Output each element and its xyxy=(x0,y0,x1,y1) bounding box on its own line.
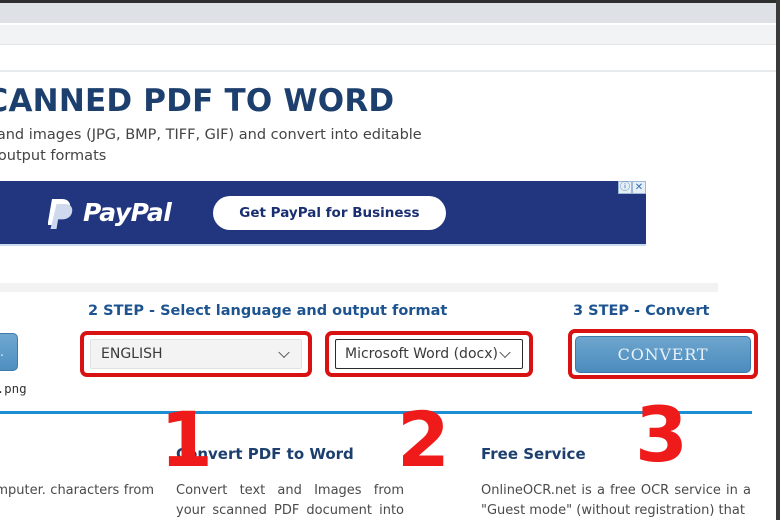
section-spacer-band xyxy=(0,283,718,292)
feature-body: OnlineOCR.net is a free OCR service in a… xyxy=(481,483,751,518)
advertisement[interactable]: PayPal Get PayPal for Business ⓘ ✕ xyxy=(0,175,646,250)
feature-column-1: vare on your computer. characters from P… xyxy=(0,445,154,520)
paypal-wordmark: PayPal xyxy=(83,198,172,227)
chevron-down-icon xyxy=(280,347,291,358)
subtitle-line-1: PDF and images (JPG, BMP, TIFF, GIF) and… xyxy=(0,127,422,143)
paypal-mark-icon xyxy=(47,197,75,229)
paypal-logo: PayPal xyxy=(47,197,172,229)
subtitle-line-2: Text output formats xyxy=(0,148,107,164)
annotation-number-1: 1 xyxy=(160,395,213,484)
output-format-select[interactable]: Microsoft Word (docx) xyxy=(335,339,523,369)
page-subtitle: PDF and images (JPG, BMP, TIFF, GIF) and… xyxy=(0,125,584,167)
ad-content: PayPal Get PayPal for Business xyxy=(47,195,446,230)
page-title: RT SCANNED PDF TO WORD xyxy=(0,83,395,119)
ad-info-icon[interactable]: ⓘ xyxy=(618,181,632,194)
uploaded-filename: 676.png xyxy=(0,381,27,396)
chevron-down-icon xyxy=(501,347,512,358)
step-2-heading: 2 STEP - Select language and output form… xyxy=(88,303,448,319)
language-select-value: ENGLISH xyxy=(101,346,163,362)
browser-toolbar[interactable] xyxy=(0,25,780,44)
ad-cta-button[interactable]: Get PayPal for Business xyxy=(213,195,446,230)
browser-tab-bar[interactable] xyxy=(0,3,780,23)
feature-body: Convert text and Images from your scanne… xyxy=(176,483,404,518)
browser-chrome xyxy=(0,0,780,45)
paypal-ad-banner[interactable]: PayPal Get PayPal for Business ⓘ ✕ xyxy=(0,181,646,244)
ad-close-icon[interactable]: ✕ xyxy=(632,181,646,194)
feature-title: vare xyxy=(0,445,154,463)
upload-file-button[interactable]: .. xyxy=(0,333,18,371)
language-select[interactable]: ENGLISH xyxy=(90,339,302,369)
convert-button[interactable]: CONVERT xyxy=(575,336,751,373)
web-page-content: RT SCANNED PDF TO WORD PDF and images (J… xyxy=(0,45,780,520)
ad-bottom-rule xyxy=(0,244,646,246)
annotation-number-3: 3 xyxy=(635,390,688,479)
page-top-divider xyxy=(0,70,780,72)
ad-controls[interactable]: ⓘ ✕ xyxy=(618,181,646,194)
annotation-number-2: 2 xyxy=(397,395,450,484)
feature-column-3: Free Service OnlineOCR.net is a free OCR… xyxy=(481,445,751,520)
output-format-select-value: Microsoft Word (docx) xyxy=(345,346,498,362)
feature-title: Free Service xyxy=(481,445,586,463)
step-3-heading: 3 STEP - Convert xyxy=(573,303,710,319)
window-right-edge xyxy=(776,0,780,520)
feature-body: on your computer. characters from PDF xyxy=(0,483,154,498)
upload-button-label: .. xyxy=(0,345,5,360)
